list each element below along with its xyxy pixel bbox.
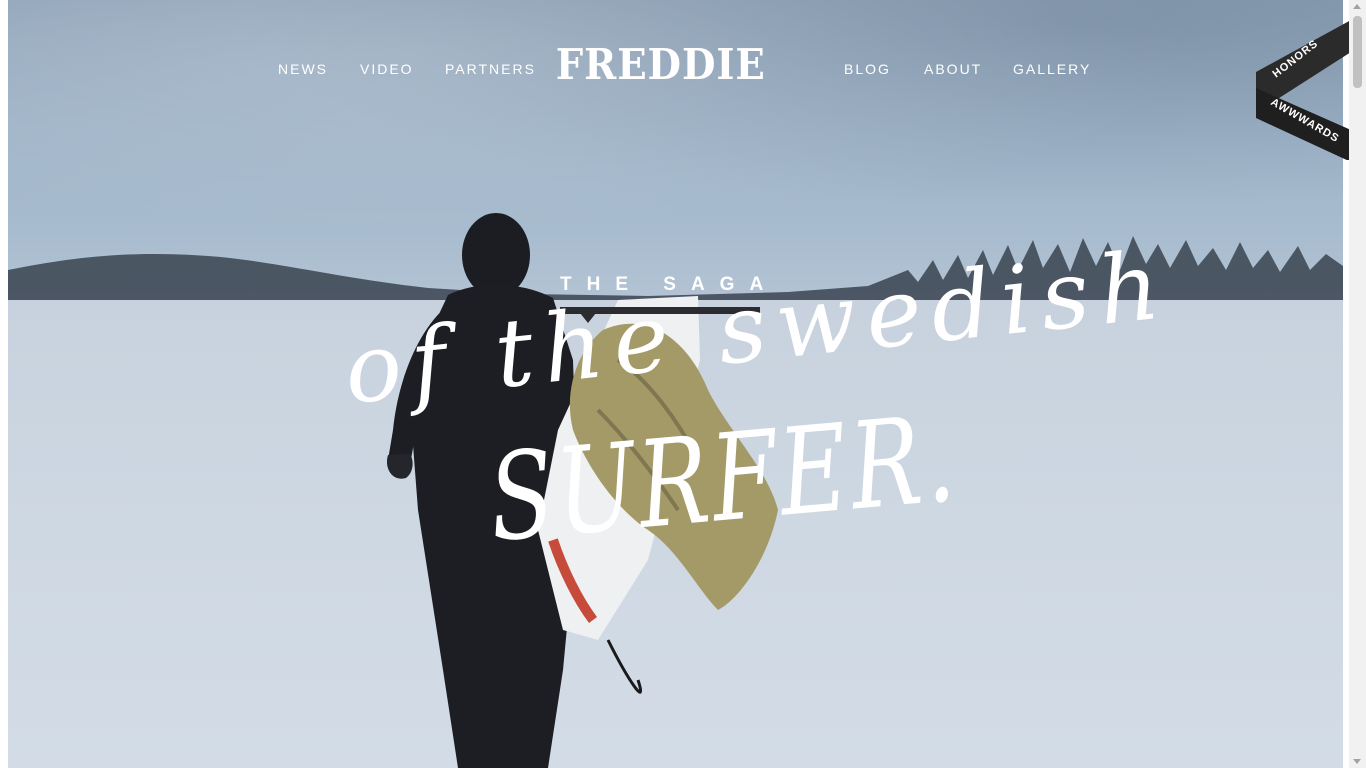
- awwwards-honors-badge[interactable]: HONORS AWWWARDS: [1256, 0, 1351, 160]
- scroll-thumb[interactable]: [1353, 16, 1362, 88]
- scroll-up-icon[interactable]: [1353, 4, 1361, 9]
- nav-partners[interactable]: PARTNERS: [445, 58, 536, 80]
- nav-news[interactable]: NEWS: [278, 58, 328, 80]
- nav-video[interactable]: VIDEO: [360, 58, 414, 80]
- nav-gallery[interactable]: GALLERY: [1013, 58, 1091, 80]
- site-logo[interactable]: FREDDIE: [555, 42, 767, 88]
- nav-about[interactable]: ABOUT: [924, 58, 982, 80]
- nav-blog[interactable]: BLOG: [844, 58, 891, 80]
- page-scrollbar[interactable]: [1349, 0, 1366, 768]
- scroll-down-icon[interactable]: [1353, 759, 1361, 764]
